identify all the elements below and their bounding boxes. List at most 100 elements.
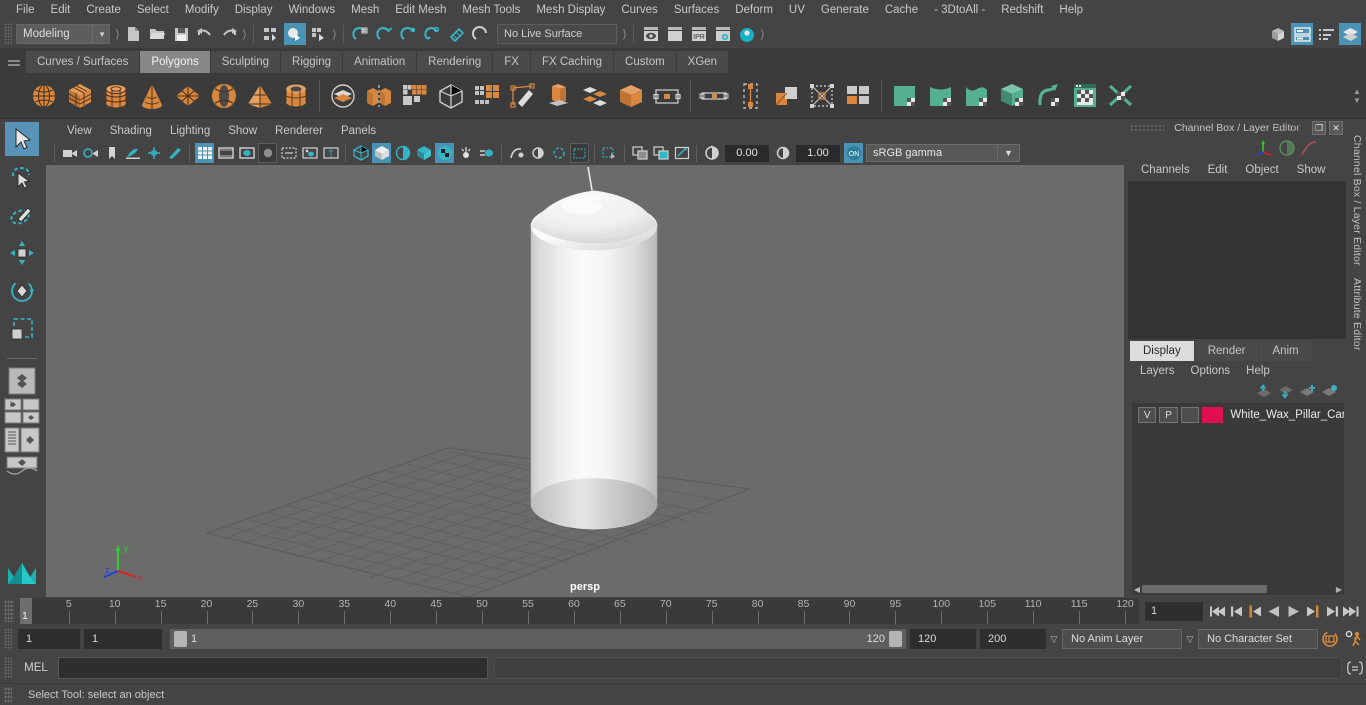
poly-smooth-icon[interactable] <box>433 77 469 115</box>
range-end-field[interactable]: 120 <box>910 629 976 649</box>
script-editor-icon[interactable] <box>1344 657 1366 679</box>
menu-curves[interactable]: Curves <box>613 0 665 20</box>
channel-menu-object[interactable]: Object <box>1236 164 1287 176</box>
hardware-texturing-icon[interactable] <box>630 143 649 163</box>
poly-append-icon[interactable] <box>649 77 685 115</box>
shelf-grip[interactable] <box>2 48 26 73</box>
poly-plane-icon[interactable] <box>170 77 206 115</box>
menu-cache[interactable]: Cache <box>877 0 926 20</box>
shelf-scroll-arrows[interactable]: ▲ ▼ <box>1348 87 1366 105</box>
viewport-menu-show[interactable]: Show <box>219 121 266 141</box>
shelf-tab-fx-caching[interactable]: FX Caching <box>530 51 615 73</box>
viewport-menu-shading[interactable]: Shading <box>101 121 161 141</box>
command-line-grip[interactable] <box>4 657 12 679</box>
xray-icon[interactable] <box>507 143 526 163</box>
layer-row[interactable]: V P White_Wax_Pillar_Can <box>1132 405 1344 425</box>
menu-redshift[interactable]: Redshift <box>993 0 1051 20</box>
xray-active-components-icon[interactable] <box>549 143 568 163</box>
display-layer-list[interactable]: V P White_Wax_Pillar_Can <box>1132 403 1344 583</box>
character-set-chevron-icon[interactable]: ▽ <box>1182 629 1198 649</box>
snap-to-curve-icon[interactable] <box>374 23 396 45</box>
redo-icon[interactable] <box>218 23 240 45</box>
uv-spherical-icon[interactable] <box>959 77 995 115</box>
menu-windows[interactable]: Windows <box>280 0 343 20</box>
perspective-viewport[interactable]: y x z persp <box>46 165 1124 597</box>
select-camera-icon[interactable] <box>60 143 79 163</box>
range-grip[interactable] <box>4 628 12 650</box>
snap-to-grid-icon[interactable] <box>350 23 372 45</box>
uv-planar-icon[interactable] <box>887 77 923 115</box>
current-frame-field[interactable]: 1 <box>1145 601 1203 621</box>
render-settings-icon[interactable] <box>712 23 734 45</box>
vertical-tab-channel-box[interactable]: Channel Box / Layer Editor <box>1351 129 1363 272</box>
channel-menu-show[interactable]: Show <box>1288 164 1335 176</box>
render-current-frame-icon[interactable] <box>640 23 662 45</box>
menu-display[interactable]: Display <box>227 0 281 20</box>
channel-menu-channels[interactable]: Channels <box>1132 164 1199 176</box>
anim-layer-chevron-icon[interactable]: ▽ <box>1046 629 1062 649</box>
uv-automatic-icon[interactable] <box>995 77 1031 115</box>
shelf-tab-curves-surfaces[interactable]: Curves / Surfaces <box>26 51 141 73</box>
menu-select[interactable]: Select <box>129 0 177 20</box>
camera-attributes-icon[interactable] <box>81 143 100 163</box>
open-scene-icon[interactable] <box>146 23 168 45</box>
scrollbar-thumb[interactable] <box>1142 585 1267 593</box>
play-backwards-icon[interactable] <box>1265 601 1284 621</box>
hardware-fog-icon[interactable] <box>651 143 670 163</box>
select-by-hierarchy-icon[interactable] <box>260 23 282 45</box>
paint-select-tool-icon[interactable] <box>5 198 39 232</box>
auto-keyframe-icon[interactable] <box>1318 628 1342 650</box>
restore-icon[interactable]: ❐ <box>1312 121 1326 135</box>
bookmark-icon[interactable] <box>102 143 121 163</box>
uv-editor-icon[interactable] <box>1067 77 1103 115</box>
safe-title-icon[interactable]: T <box>321 143 340 163</box>
move-tool-icon[interactable] <box>5 236 39 270</box>
poly-mirror-icon[interactable] <box>397 77 433 115</box>
channel-box-content[interactable] <box>1128 181 1346 339</box>
viewport-menu-renderer[interactable]: Renderer <box>266 121 332 141</box>
single-perspective-view-icon[interactable] <box>4 367 40 395</box>
ipr-render-icon[interactable]: IPR <box>688 23 710 45</box>
vertical-tab-attribute-editor[interactable]: Attribute Editor <box>1351 272 1363 357</box>
safe-action-icon[interactable] <box>300 143 319 163</box>
grid-toggle-icon[interactable] <box>195 143 214 163</box>
animation-start-field[interactable]: 1 <box>18 629 80 649</box>
viewport-menu-lighting[interactable]: Lighting <box>161 121 219 141</box>
hypershade-icon[interactable] <box>736 23 758 45</box>
undo-icon[interactable] <box>194 23 216 45</box>
menu-help[interactable]: Help <box>1051 0 1091 20</box>
show-hide-tool-settings-icon[interactable] <box>1315 23 1337 45</box>
manipulator-icon[interactable] <box>1254 138 1276 158</box>
exposure-icon[interactable] <box>702 143 721 163</box>
scroll-right-icon[interactable]: ▶ <box>1334 585 1344 594</box>
current-time-indicator[interactable]: 1 <box>20 598 32 624</box>
isolate-select-icon[interactable] <box>600 143 619 163</box>
resolution-gate-icon[interactable] <box>237 143 256 163</box>
uv-unfold-icon[interactable] <box>1031 77 1067 115</box>
poly-bevel-icon[interactable] <box>577 77 613 115</box>
poly-bridge-icon[interactable] <box>613 77 649 115</box>
layer-playback-toggle[interactable]: P <box>1159 407 1178 423</box>
film-gate-icon[interactable] <box>216 143 235 163</box>
shelf-tab-sculpting[interactable]: Sculpting <box>210 51 282 73</box>
step-forward-frame-icon[interactable] <box>1303 601 1322 621</box>
save-scene-icon[interactable] <box>170 23 192 45</box>
image-plane-icon[interactable] <box>123 143 142 163</box>
poly-cone-icon[interactable] <box>134 77 170 115</box>
layer-menu-options[interactable]: Options <box>1183 365 1239 377</box>
poly-pyramid-icon[interactable] <box>242 77 278 115</box>
gamma-value-field[interactable]: 1.00 <box>796 144 840 162</box>
select-by-object-type-icon[interactable] <box>284 23 306 45</box>
grease-pencil-icon[interactable] <box>165 143 184 163</box>
select-by-component-type-icon[interactable] <box>308 23 330 45</box>
select-tool-icon[interactable] <box>5 122 39 156</box>
uv-cylindrical-icon[interactable] <box>923 77 959 115</box>
menu-mesh[interactable]: Mesh <box>343 0 387 20</box>
new-layer-from-selected-icon[interactable] <box>1318 382 1340 400</box>
poly-sculpt-icon[interactable] <box>840 77 876 115</box>
xray-joints-icon[interactable] <box>528 143 547 163</box>
layer-list-scrollbar[interactable]: ◀ ▶ <box>1132 583 1344 595</box>
menu-mesh-tools[interactable]: Mesh Tools <box>454 0 528 20</box>
poly-combine-icon[interactable] <box>361 77 397 115</box>
shelf-tab-animation[interactable]: Animation <box>343 51 418 73</box>
